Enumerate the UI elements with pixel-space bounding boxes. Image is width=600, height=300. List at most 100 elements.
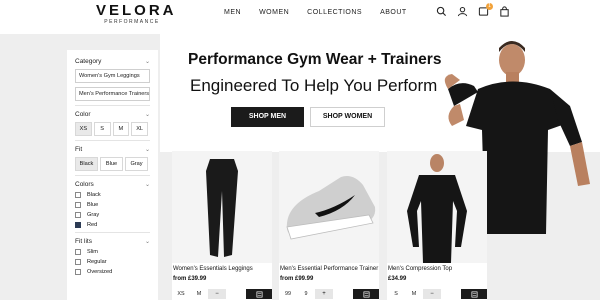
- product-image-compression-top: [387, 151, 487, 263]
- nav-about[interactable]: ABOUT: [380, 9, 407, 16]
- product-image-leggings: [172, 151, 272, 263]
- fit-checkbox-row[interactable]: Regular: [75, 259, 150, 265]
- checkbox[interactable]: [75, 212, 81, 218]
- shop-women-button[interactable]: SHOP WOMEN: [310, 107, 385, 127]
- divider: [75, 140, 150, 141]
- product-price: £34.99: [388, 276, 407, 282]
- product-options: 99 9 +: [279, 289, 379, 299]
- color-checkbox-row[interactable]: Black: [75, 192, 150, 198]
- checkbox-label: Red: [87, 222, 98, 228]
- product-card[interactable]: Women's Essentials Leggings from £39.99 …: [172, 151, 272, 300]
- size-options: XS S M XL: [75, 122, 150, 136]
- product-card[interactable]: Men's Compression Top £34.99 S M −: [387, 151, 487, 300]
- checkbox-label: Slim: [87, 249, 98, 255]
- cart-icon: [256, 291, 262, 297]
- fit-option[interactable]: Black: [75, 157, 98, 171]
- filter-color-label: Color: [75, 111, 91, 118]
- checkbox-label: Gray: [87, 212, 100, 218]
- filter-color-header[interactable]: Color ⌄: [75, 111, 150, 118]
- color-checkbox-row[interactable]: Gray: [75, 212, 150, 218]
- checkbox-label: Blue: [87, 202, 99, 208]
- checkbox[interactable]: [75, 249, 81, 255]
- product-name[interactable]: Men's Compression Top: [388, 266, 452, 272]
- filter-colors-label: Colors: [75, 181, 94, 188]
- site-header: VELORA PERFORMANCE MEN WOMEN COLLECTIONS…: [0, 0, 600, 34]
- search-icon[interactable]: [436, 6, 447, 17]
- fit-option[interactable]: Blue: [100, 157, 123, 171]
- filter-colors-header[interactable]: Colors ⌄: [75, 181, 150, 188]
- quantity-stepper[interactable]: +: [315, 289, 333, 299]
- checkbox[interactable]: [75, 192, 81, 198]
- nav-women[interactable]: WOMEN: [259, 9, 289, 16]
- cart-icon: [363, 291, 369, 297]
- size-option[interactable]: XS: [172, 291, 190, 297]
- category-tag[interactable]: Men's Performance Trainers: [75, 87, 150, 101]
- fit-options: Black Blue Gray: [75, 157, 150, 171]
- size-option[interactable]: XS: [75, 122, 92, 136]
- fit-option[interactable]: Gray: [125, 157, 148, 171]
- quantity-stepper[interactable]: −: [423, 289, 441, 299]
- product-options: XS M −: [172, 289, 272, 299]
- filter-sidebar: Category ⌄ Women's Gym Leggings Men's Pe…: [67, 50, 158, 300]
- chevron-down-icon: ⌄: [144, 239, 150, 245]
- filter-category-label: Category: [75, 58, 102, 65]
- checkbox-checked[interactable]: [75, 222, 81, 228]
- fit-checkbox-row[interactable]: Oversized: [75, 269, 150, 275]
- hero-subtitle: Engineered To Help You Perform: [190, 76, 438, 95]
- size-option[interactable]: XL: [131, 122, 148, 136]
- filter-fit-label: Fit: [75, 146, 83, 153]
- shop-men-button[interactable]: SHOP MEN: [231, 107, 304, 127]
- size-option[interactable]: 99: [279, 291, 297, 297]
- checkbox-label: Regular: [87, 259, 107, 265]
- size-option[interactable]: M: [112, 122, 130, 136]
- divider: [75, 232, 150, 233]
- chevron-down-icon: ⌄: [144, 59, 150, 65]
- quantity-stepper[interactable]: −: [208, 289, 226, 299]
- product-price: from £99.99: [280, 276, 314, 282]
- size-option[interactable]: 9: [297, 291, 315, 297]
- bag-icon[interactable]: [499, 6, 510, 17]
- header-icons: 1: [436, 3, 510, 17]
- add-to-cart-button[interactable]: [353, 289, 379, 299]
- divider: [75, 175, 150, 176]
- brand-name: VELORA: [96, 2, 177, 19]
- checkbox-label: Black: [87, 192, 101, 198]
- wishlist-count: 1: [486, 3, 493, 10]
- add-to-cart-button[interactable]: [246, 289, 272, 299]
- hero-title: Performance Gym Wear + Trainers: [188, 51, 442, 68]
- product-options: S M −: [387, 289, 487, 299]
- brand-logo[interactable]: VELORA PERFORMANCE: [96, 2, 177, 26]
- product-card[interactable]: Men's Essential Performance Trainer from…: [279, 151, 379, 300]
- color-checkbox-row[interactable]: Red: [75, 222, 150, 228]
- nav-collections[interactable]: COLLECTIONS: [307, 9, 362, 16]
- fit-checkbox-row[interactable]: Slim: [75, 249, 150, 255]
- size-option[interactable]: S: [387, 291, 405, 297]
- checkbox[interactable]: [75, 202, 81, 208]
- product-name[interactable]: Men's Essential Performance Trainer: [280, 266, 378, 272]
- filter-fitlits-label: Fit lits: [75, 238, 92, 245]
- product-price: from £39.99: [173, 276, 207, 282]
- checkbox[interactable]: [75, 269, 81, 275]
- filter-fit-header[interactable]: Fit ⌄: [75, 146, 150, 153]
- size-option[interactable]: M: [405, 291, 423, 297]
- size-option[interactable]: M: [190, 291, 208, 297]
- color-checkbox-row[interactable]: Blue: [75, 202, 150, 208]
- chevron-down-icon: ⌄: [144, 147, 150, 153]
- cart-icon: [471, 291, 477, 297]
- product-image-trainer: [279, 151, 379, 263]
- checkbox[interactable]: [75, 259, 81, 265]
- divider: [75, 105, 150, 106]
- brand-tagline: PERFORMANCE: [104, 19, 160, 25]
- chevron-down-icon: ⌄: [144, 112, 150, 118]
- category-tag[interactable]: Women's Gym Leggings: [75, 69, 150, 83]
- checkbox-label: Oversized: [87, 269, 113, 275]
- wishlist-button[interactable]: 1: [478, 3, 493, 17]
- filter-fitlits-header[interactable]: Fit lits ⌄: [75, 238, 150, 245]
- nav-men[interactable]: MEN: [224, 9, 241, 16]
- size-option[interactable]: S: [93, 122, 111, 136]
- add-to-cart-button[interactable]: [461, 289, 487, 299]
- product-name[interactable]: Women's Essentials Leggings: [173, 266, 253, 272]
- chevron-down-icon: ⌄: [144, 182, 150, 188]
- filter-category-header[interactable]: Category ⌄: [75, 58, 150, 65]
- user-icon[interactable]: [457, 6, 468, 17]
